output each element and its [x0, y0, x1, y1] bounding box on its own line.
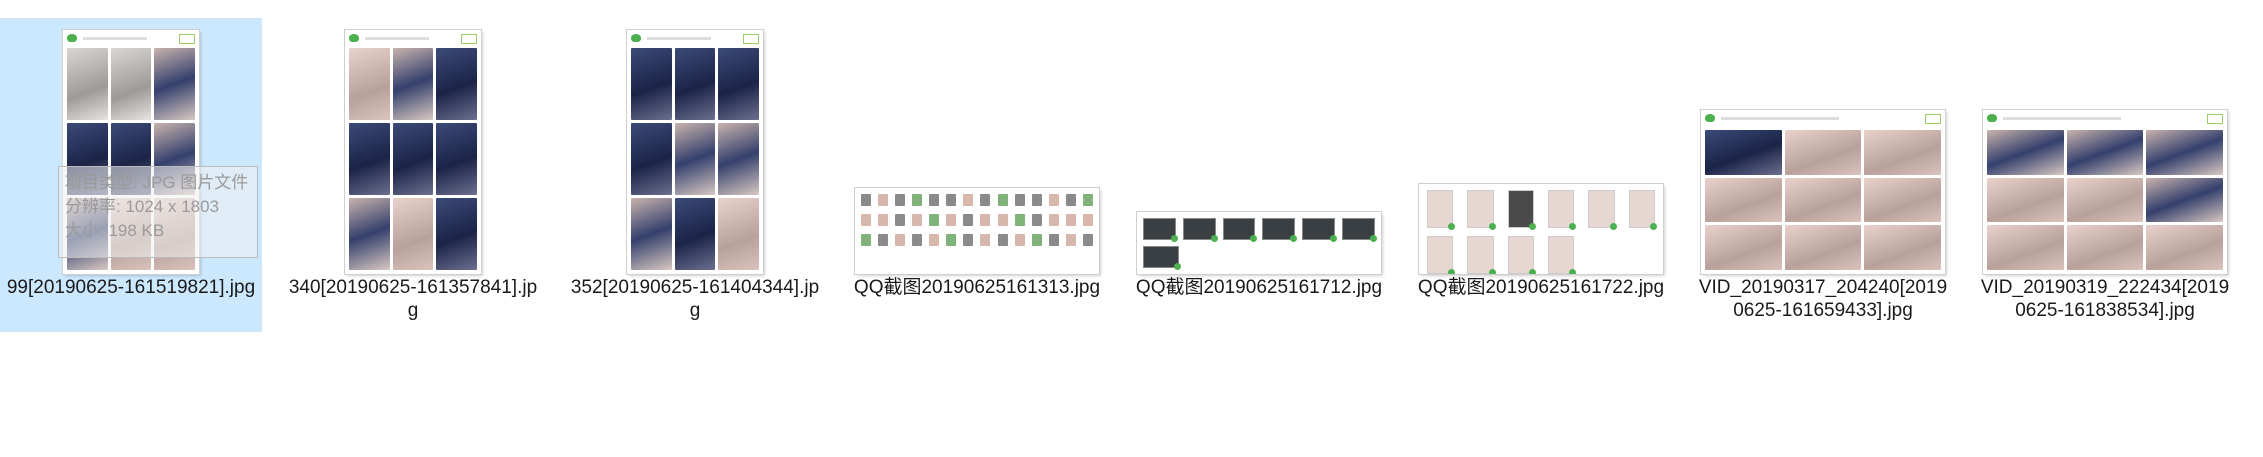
thumbnail-image	[855, 188, 1099, 274]
file-tile[interactable]: 340[20190625-161357841].jpg	[282, 18, 544, 330]
thumbnail	[1974, 22, 2236, 274]
thumbnail	[846, 22, 1108, 274]
thumbnail-image	[345, 30, 481, 274]
file-name: VID_20190317_204240[20190625-161659433].…	[1698, 277, 1948, 321]
thumbnail-image	[1419, 184, 1663, 274]
file-tile[interactable]: QQ截图20190625161313.jpg	[846, 18, 1108, 330]
file-tile[interactable]: VID_20190319_222434[20190625-161838534].…	[1974, 18, 2236, 330]
file-name: QQ截图20190625161313.jpg	[853, 277, 1101, 298]
file-name: 352[20190625-161404344].jpg	[570, 277, 820, 321]
thumbnail	[282, 22, 544, 274]
thumbnail	[564, 22, 826, 274]
tooltip-size: 大小: 198 KB	[65, 221, 165, 240]
file-name: QQ截图20190625161722.jpg	[1417, 277, 1665, 298]
tooltip-type: 项目类型: JPG 图片文件	[65, 173, 249, 192]
file-name: 99[20190625-161519821].jpg	[6, 277, 256, 298]
thumbnail-image	[1701, 110, 1945, 274]
file-tile[interactable]: QQ截图20190625161712.jpg	[1128, 18, 1390, 330]
file-name: QQ截图20190625161712.jpg	[1135, 277, 1383, 298]
file-info-tooltip: 项目类型: JPG 图片文件 分辨率: 1024 x 1803 大小: 198 …	[58, 166, 258, 258]
file-name: VID_20190319_222434[20190625-161838534].…	[1980, 277, 2230, 321]
file-tile[interactable]: QQ截图20190625161722.jpg	[1410, 18, 1672, 330]
thumbnail-image	[1983, 110, 2227, 274]
thumbnail	[1128, 22, 1390, 274]
thumbnail	[1410, 22, 1672, 274]
file-tile[interactable]: 352[20190625-161404344].jpg	[564, 18, 826, 330]
file-name: 340[20190625-161357841].jpg	[288, 277, 538, 321]
file-tile[interactable]: VID_20190317_204240[20190625-161659433].…	[1692, 18, 1954, 330]
tooltip-resolution: 分辨率: 1024 x 1803	[65, 197, 220, 216]
thumbnail-image	[627, 30, 763, 274]
thumbnail	[1692, 22, 1954, 274]
thumbnail-image	[1137, 212, 1381, 274]
